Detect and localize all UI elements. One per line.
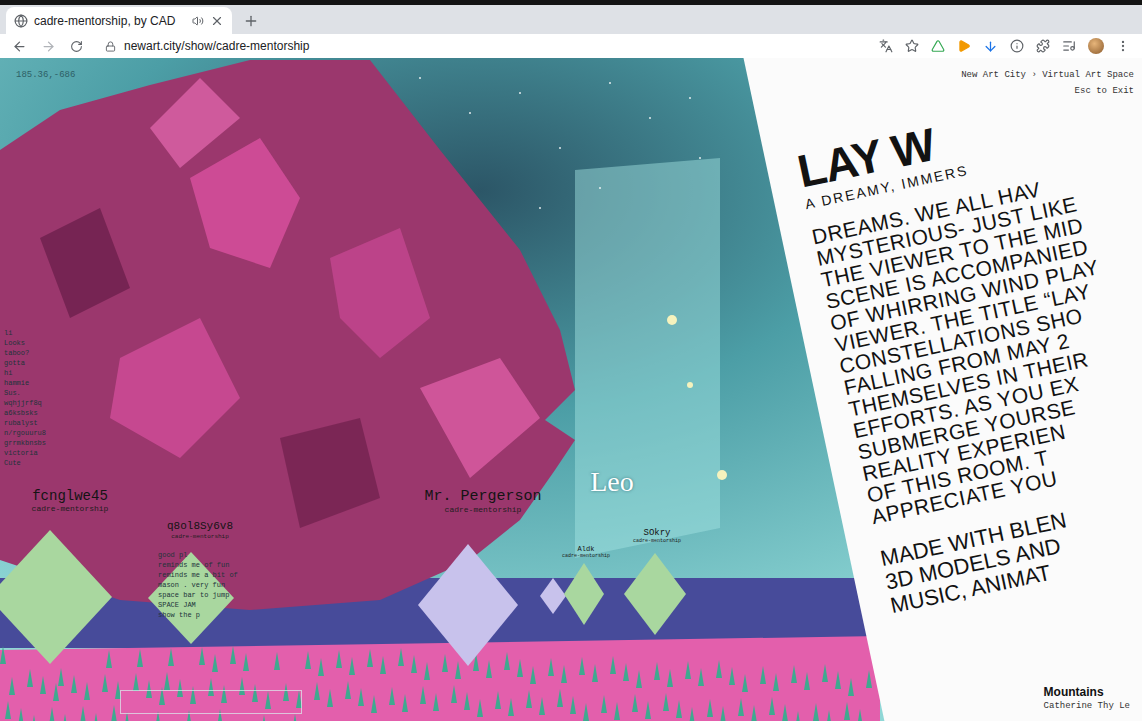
chat-message: gotta xyxy=(4,358,64,368)
exit-hint[interactable]: Esc to Exit xyxy=(1075,86,1134,96)
chat-message: reminds me a bit of xyxy=(158,570,248,580)
address-bar[interactable]: newart.city/show/cadre-mentorship xyxy=(97,39,865,53)
artwork-artist: Catherine Thy Le xyxy=(1044,701,1130,711)
chat-message: hi xyxy=(4,368,64,378)
tab-title: cadre-mentorship, by CAD xyxy=(34,14,186,28)
avatar-name: Aldk xyxy=(578,545,595,553)
info-icon[interactable] xyxy=(1010,39,1024,53)
avatar-name: SOkry xyxy=(643,528,670,538)
chat-message: space bar to jump xyxy=(158,590,248,600)
chat-message: grrmkbnsbs xyxy=(4,438,64,448)
new-tab-button[interactable] xyxy=(240,7,262,34)
chat-message: good pl xyxy=(158,550,248,560)
avatar-nametag: q8ol8Sy6v8cadre-mentorship xyxy=(167,520,233,540)
reload-icon[interactable] xyxy=(70,40,83,53)
position-coords: 185.36,-686 xyxy=(16,70,75,80)
globe-icon xyxy=(14,14,28,28)
chat-message: Looks xyxy=(4,338,64,348)
artwork-label[interactable]: Mountains Catherine Thy Le xyxy=(1040,683,1134,713)
chat-message: Sus. xyxy=(4,388,64,398)
breadcrumb[interactable]: New Art City › Virtual Art Space xyxy=(961,70,1134,80)
browser-window: cadre-mentorship, by CAD newart.city/show… xyxy=(0,0,1142,721)
avatar-nametag: fcnglwe45cadre-mentorship xyxy=(32,488,109,514)
drive-icon[interactable] xyxy=(931,39,945,53)
virtual-gallery-viewport[interactable]: 185.36,-686 liLookstaboo?gottahihammieSus… xyxy=(0,58,1142,721)
avatar-nametag: SOkrycadre-mentorship xyxy=(633,528,681,544)
tab-strip: cadre-mentorship, by CAD xyxy=(0,0,1142,34)
chat-message: taboo? xyxy=(4,348,64,358)
media-list-icon[interactable] xyxy=(1062,39,1076,53)
extensions-puzzle-icon[interactable] xyxy=(1036,39,1050,53)
chat-message: victoria xyxy=(4,448,64,458)
avatar-show: cadre-mentorship xyxy=(445,505,522,515)
artwork-title: Mountains xyxy=(1044,685,1130,699)
chat-message: li xyxy=(4,328,64,338)
download-icon[interactable] xyxy=(983,39,998,54)
chat-message: n/rgouuru8 xyxy=(4,428,64,438)
chat-message: mason . very fun xyxy=(158,580,248,590)
chat-recent: good plreminds me of funreminds me a bit… xyxy=(158,550,248,620)
chat-message: SPACE JAM xyxy=(158,600,248,610)
chat-input[interactable] xyxy=(120,690,302,714)
chat-message: show the p xyxy=(158,610,248,620)
avatar-name: fcnglwe45 xyxy=(32,488,108,504)
avatar-show: cadre-mentorship xyxy=(562,553,610,559)
extension-icons xyxy=(879,38,1130,54)
chat-message: a6ksbsks xyxy=(4,408,64,418)
browser-toolbar: newart.city/show/cadre-mentorship xyxy=(0,34,1142,58)
avatar-nametag: Leo xyxy=(590,466,634,498)
avatar-show: cadre-mentorship xyxy=(633,538,681,544)
play-icon[interactable] xyxy=(957,39,971,53)
bookmark-star-icon[interactable] xyxy=(905,39,919,53)
poster-body: DREAMS. WE ALL HAVMYSTERIOUS- JUST LIKET… xyxy=(810,150,1142,528)
browser-tab[interactable]: cadre-mentorship, by CAD xyxy=(6,7,232,34)
forward-icon[interactable] xyxy=(41,39,56,54)
chat-message: Cute xyxy=(4,458,64,468)
profile-avatar-icon[interactable] xyxy=(1088,38,1104,54)
avatar-show: cadre-mentorship xyxy=(32,504,109,514)
avatar-nametag: Mr. Pergersoncadre-mentorship xyxy=(424,488,541,515)
avatar-name: q8ol8Sy6v8 xyxy=(167,520,233,533)
back-icon[interactable] xyxy=(12,39,27,54)
avatar-show: cadre-mentorship xyxy=(171,533,229,540)
chat-history: liLookstaboo?gottahihammieSus.wqhjjrf8qa… xyxy=(4,328,64,468)
lock-icon xyxy=(105,41,116,52)
chat-message: reminds me of fun xyxy=(158,560,248,570)
chat-message: rubalyst xyxy=(4,418,64,428)
chat-message: hammie xyxy=(4,378,64,388)
close-icon[interactable] xyxy=(210,14,224,28)
url-text: newart.city/show/cadre-mentorship xyxy=(124,39,309,53)
avatar-name: Leo xyxy=(590,466,634,498)
hud-top-right: New Art City › Virtual Art Space Esc to E… xyxy=(961,70,1134,96)
menu-dots-icon[interactable] xyxy=(1116,39,1130,53)
avatar-name: Mr. Pergerson xyxy=(424,488,541,505)
speaker-icon[interactable] xyxy=(192,15,204,27)
chat-message: wqhjjrf8q xyxy=(4,398,64,408)
avatar-nametag: Aldkcadre-mentorship xyxy=(562,545,610,559)
translate-icon[interactable] xyxy=(879,39,893,53)
